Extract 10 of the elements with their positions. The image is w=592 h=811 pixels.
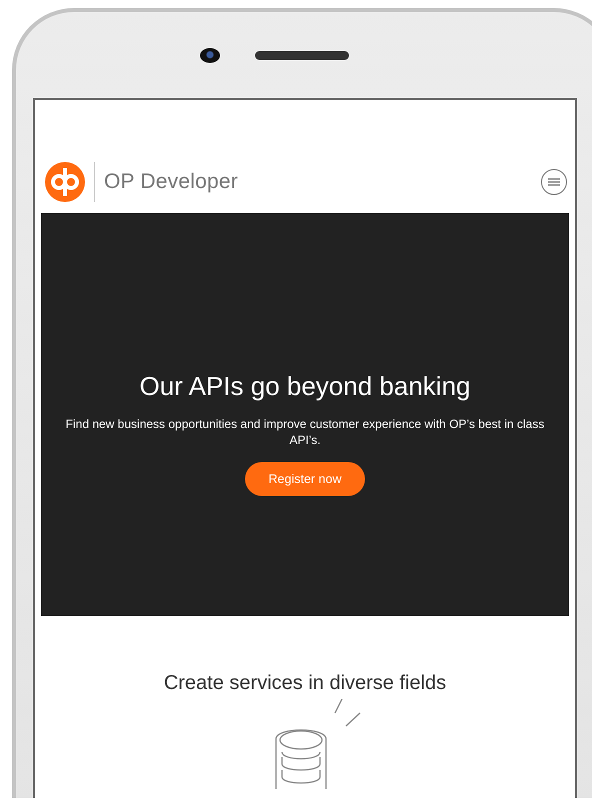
menu-button[interactable] (541, 169, 567, 195)
hero-title: Our APIs go beyond banking (139, 371, 470, 402)
brand-name: OP Developer (104, 170, 238, 194)
hero-text: Find new business opportunities and improve customer experience with OP’s best in class API’s. (64, 416, 546, 448)
speaker-icon (255, 50, 349, 60)
menu-icon (548, 178, 560, 186)
register-button[interactable]: Register now (245, 462, 365, 496)
camera-icon (200, 48, 220, 62)
logo-icon (45, 162, 85, 202)
section-title: Create services in diverse fields (162, 672, 448, 695)
